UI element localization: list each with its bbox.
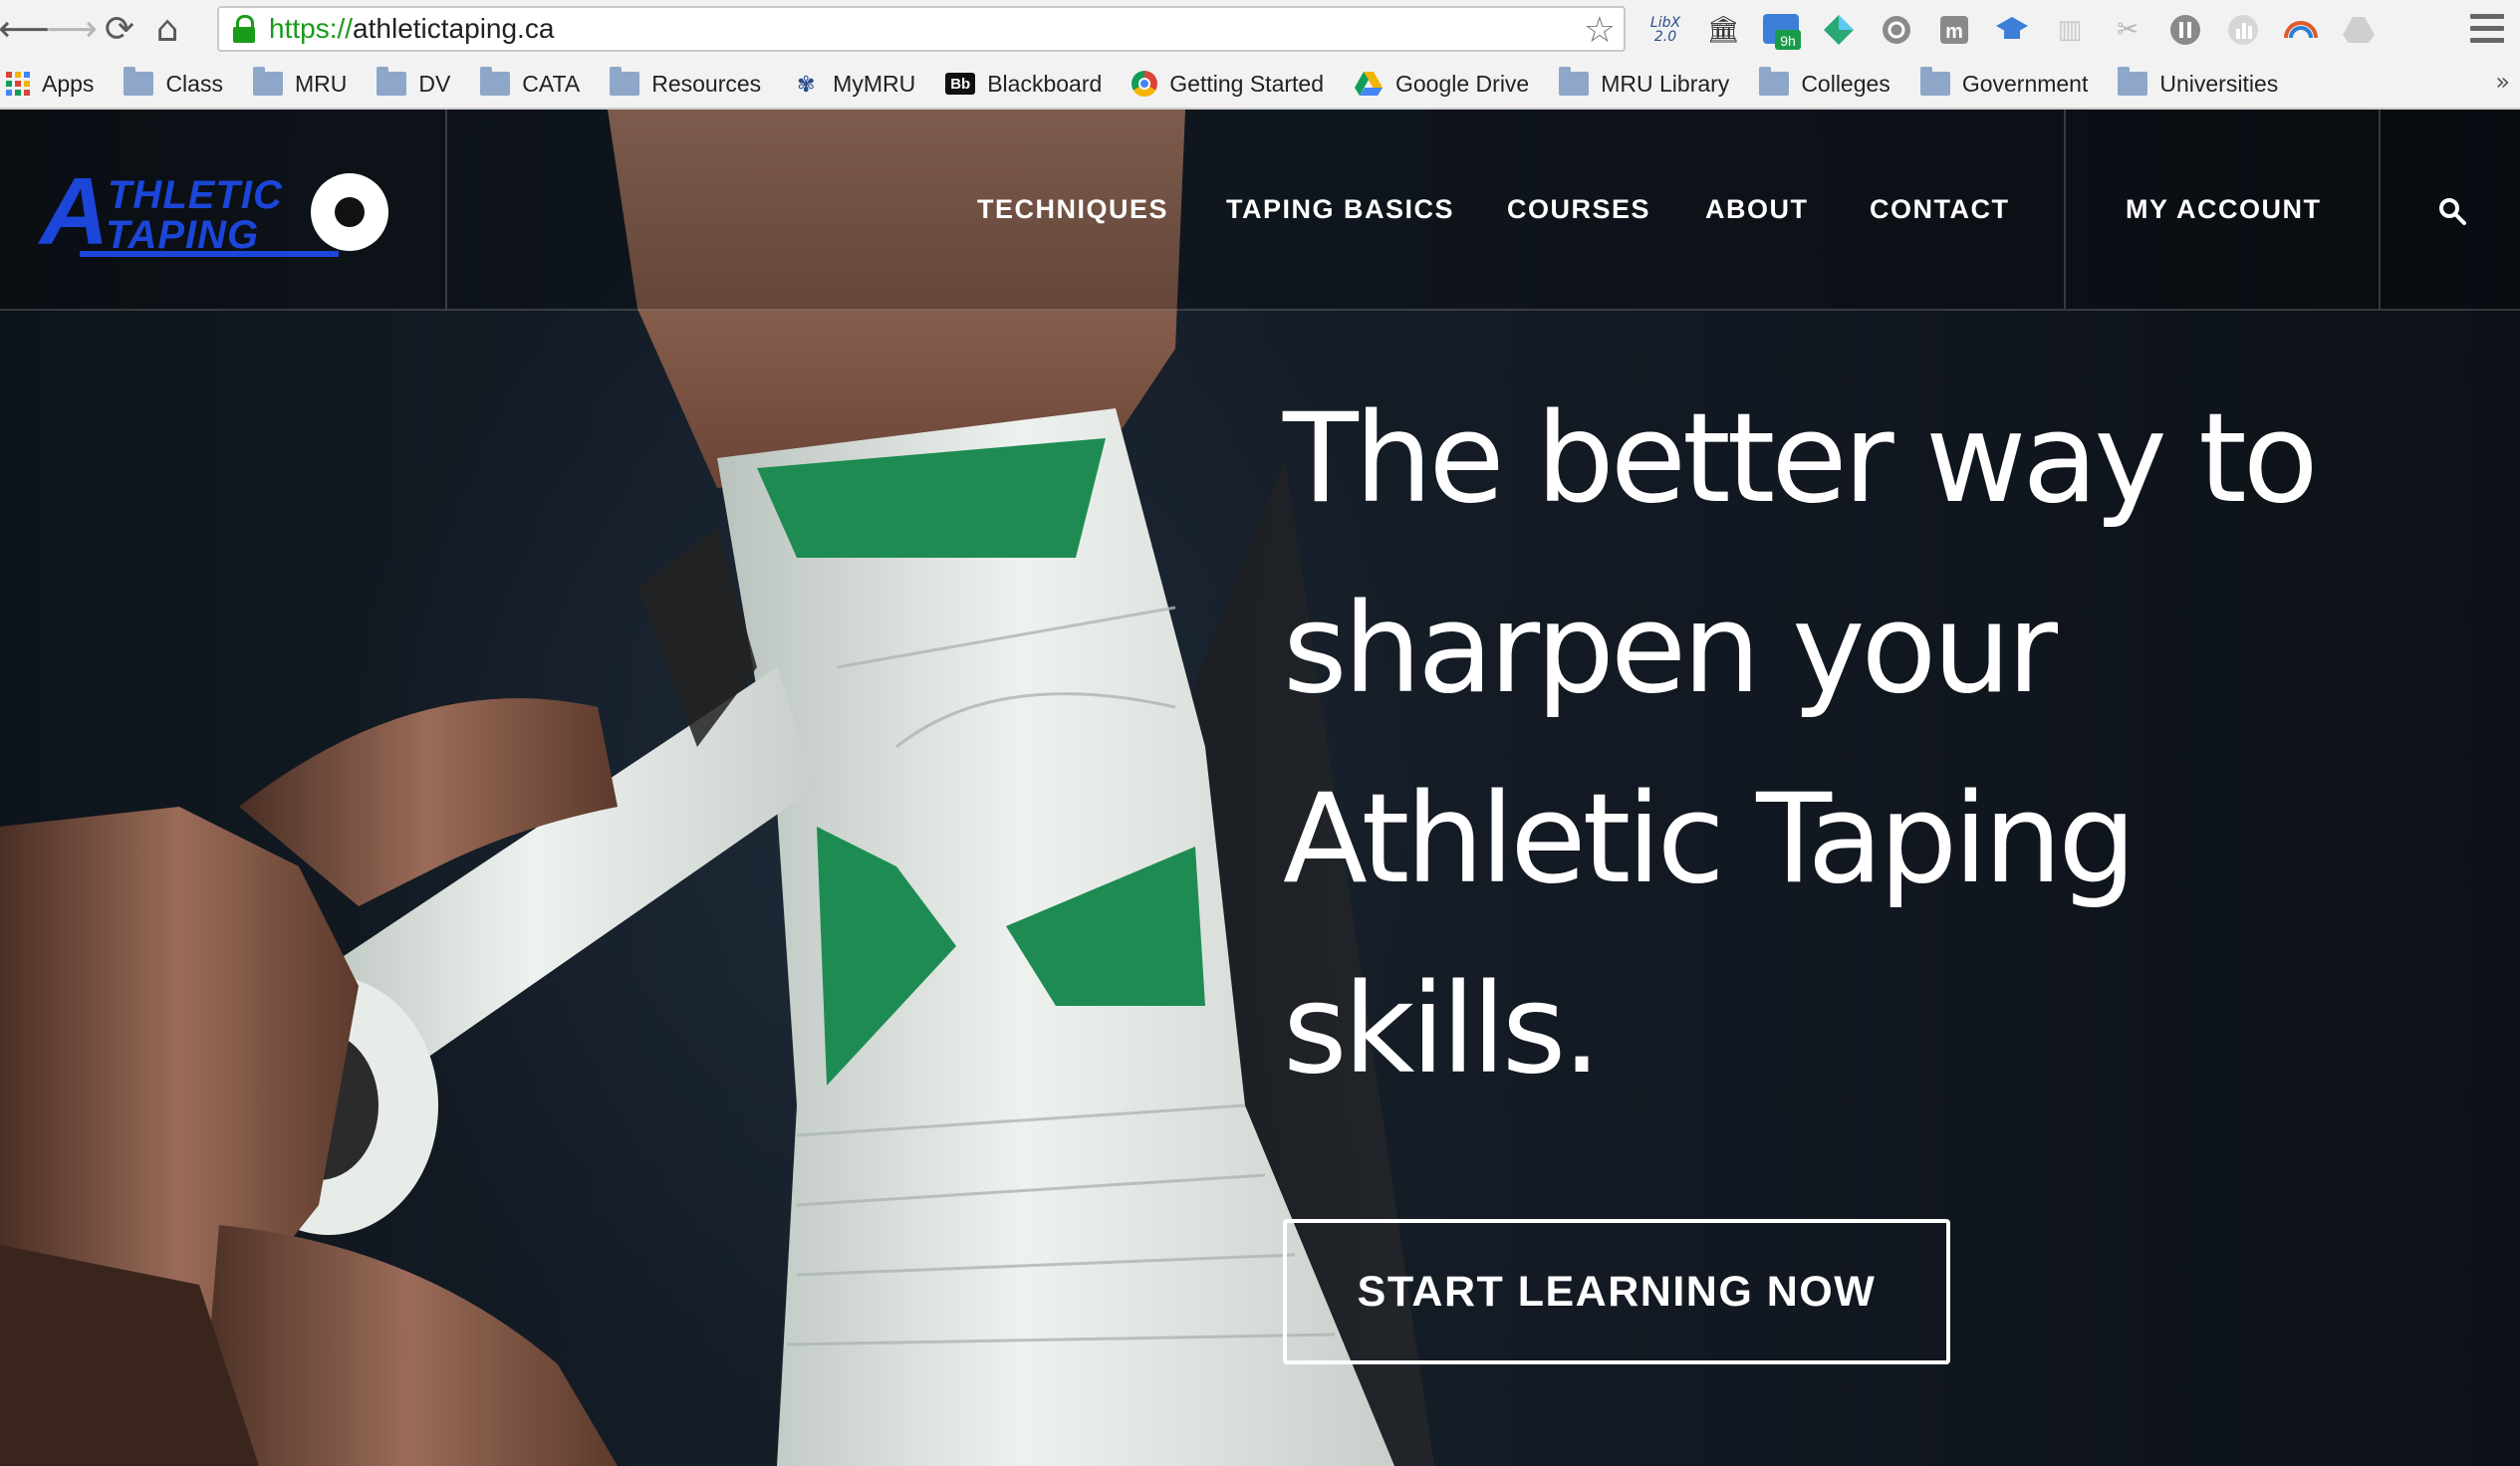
bookmarks-bar: Apps Class MRU DV CATA Resources ✾ MyMRU… <box>0 60 2520 110</box>
bookmark-label: DV <box>418 70 451 97</box>
bookmark-mru-library[interactable]: MRU Library <box>1559 67 1730 98</box>
forward-button[interactable]: ⟶ <box>46 6 98 54</box>
nav-courses[interactable]: COURSES <box>1507 194 1650 225</box>
folder-icon <box>1759 67 1790 96</box>
hero-line-4: skills. <box>1283 958 1602 1101</box>
bookmark-universities[interactable]: Universities <box>2118 67 2279 98</box>
site-header: A THLETIC TAPING TECHNIQUES TAPING BASIC… <box>0 110 2520 311</box>
bookmark-resources[interactable]: Resources <box>610 67 762 98</box>
browser-toolbar: ⟵ ⟶ ⟳ ⌂ https://athletictaping.ca ☆ LibX… <box>0 0 2520 60</box>
url-scheme: https:// <box>269 13 354 44</box>
folder-icon <box>610 67 640 96</box>
more-bookmarks-icon[interactable]: » <box>2495 68 2510 96</box>
folder-icon <box>2118 67 2148 96</box>
bookmark-label: Blackboard <box>987 70 1103 97</box>
nav-my-account[interactable]: MY ACCOUNT <box>2126 194 2322 225</box>
bookmark-label: MRU Library <box>1601 70 1730 97</box>
start-learning-now-button[interactable]: START LEARNING NOW <box>1283 1219 1950 1364</box>
bookmark-mru[interactable]: MRU <box>252 67 348 98</box>
bar-chart-icon[interactable] <box>2221 8 2265 52</box>
bookmark-label: MRU <box>294 70 348 97</box>
nav-contact[interactable]: CONTACT <box>1870 194 2009 225</box>
bookmark-label: MyMRU <box>833 70 916 97</box>
pause-icon[interactable] <box>2163 8 2207 52</box>
bookmark-dv[interactable]: DV <box>377 67 451 98</box>
chrome-menu-icon[interactable] <box>2470 10 2504 46</box>
bookmark-label: Getting Started <box>1169 70 1324 97</box>
bookmark-label: Universities <box>2159 70 2279 97</box>
apps-grid-icon <box>6 72 30 96</box>
folder-icon <box>252 67 283 96</box>
url-host: athletictaping.ca <box>353 13 555 44</box>
bookmark-label: Colleges <box>1801 70 1890 97</box>
bookmark-label: Resources <box>651 70 762 97</box>
bookmark-mymru[interactable]: ✾ MyMRU <box>791 71 915 98</box>
main-navigation: TECHNIQUES TAPING BASICS COURSES ABOUT C… <box>0 110 2520 309</box>
chrome-icon <box>1132 71 1158 97</box>
bookmark-colleges[interactable]: Colleges <box>1759 67 1890 98</box>
scissors-icon[interactable]: ✂ <box>2106 8 2149 52</box>
calendar-badge-icon[interactable]: 9h <box>1759 8 1803 52</box>
graduation-cap-icon[interactable] <box>1990 8 2034 52</box>
bookmark-class[interactable]: Class <box>124 67 223 98</box>
extensions-bar: LibX 2.0 🏛 9h m ▥ ✂ <box>1643 6 2381 54</box>
bookmark-label: Apps <box>42 70 95 97</box>
nav-taping-basics[interactable]: TAPING BASICS <box>1226 194 1454 225</box>
faded-extension-icon[interactable]: ▥ <box>2048 8 2092 52</box>
library-building-icon[interactable]: 🏛 <box>1701 8 1745 52</box>
web-page: A THLETIC TAPING TECHNIQUES TAPING BASIC… <box>0 110 2520 1466</box>
bookmark-government[interactable]: Government <box>1919 67 2089 98</box>
sync-circle-icon[interactable] <box>1875 8 1918 52</box>
hero-line-2: sharpen your <box>1283 578 2058 721</box>
bookmark-label: Google Drive <box>1395 70 1530 97</box>
hero-line-3: Athletic Taping <box>1283 768 2137 911</box>
svg-text:m: m <box>1945 21 1963 43</box>
blackboard-icon: Bb <box>945 73 976 95</box>
hero-headline: The better way to sharpen your Athletic … <box>1283 365 2428 1125</box>
nav-techniques[interactable]: TECHNIQUES <box>977 194 1168 225</box>
libx-extension-icon[interactable]: LibX 2.0 <box>1643 8 1687 52</box>
address-bar[interactable]: https://athletictaping.ca ☆ <box>217 6 1626 52</box>
diamond-extension-icon[interactable] <box>1817 8 1861 52</box>
nav-about[interactable]: ABOUT <box>1705 194 1809 225</box>
folder-icon <box>124 67 154 96</box>
bookmark-star-icon[interactable]: ☆ <box>1584 10 1616 51</box>
hero-background-image <box>0 110 1434 1466</box>
bookmark-label: Government <box>1961 70 2089 97</box>
drive-extension-icon[interactable] <box>2337 8 2381 52</box>
folder-icon <box>1559 67 1590 96</box>
bookmark-getting-started[interactable]: Getting Started <box>1132 71 1324 98</box>
back-button[interactable]: ⟵ <box>0 6 50 54</box>
url-text[interactable]: https://athletictaping.ca <box>269 13 554 45</box>
google-drive-icon <box>1354 71 1384 97</box>
folder-icon <box>377 67 407 96</box>
bookmark-label: Class <box>165 70 223 97</box>
reload-button[interactable]: ⟳ <box>96 6 143 54</box>
home-button[interactable]: ⌂ <box>143 6 191 54</box>
bookmark-label: CATA <box>522 70 581 97</box>
bookmark-google-drive[interactable]: Google Drive <box>1354 71 1529 98</box>
lock-icon <box>233 15 255 43</box>
hero-line-1: The better way to <box>1283 387 2319 531</box>
mymru-icon: ✾ <box>796 72 816 97</box>
rainbow-arc-icon[interactable] <box>2279 8 2323 52</box>
bookmark-blackboard[interactable]: Bb Blackboard <box>945 71 1102 98</box>
bookmark-cata[interactable]: CATA <box>480 67 581 98</box>
m-extension-icon[interactable]: m <box>1932 8 1976 52</box>
bookmark-apps[interactable]: Apps <box>6 71 94 98</box>
folder-icon <box>1919 67 1950 96</box>
extension-badge: 9h <box>1780 33 1796 49</box>
folder-icon <box>480 67 511 96</box>
search-icon[interactable] <box>2438 197 2466 225</box>
